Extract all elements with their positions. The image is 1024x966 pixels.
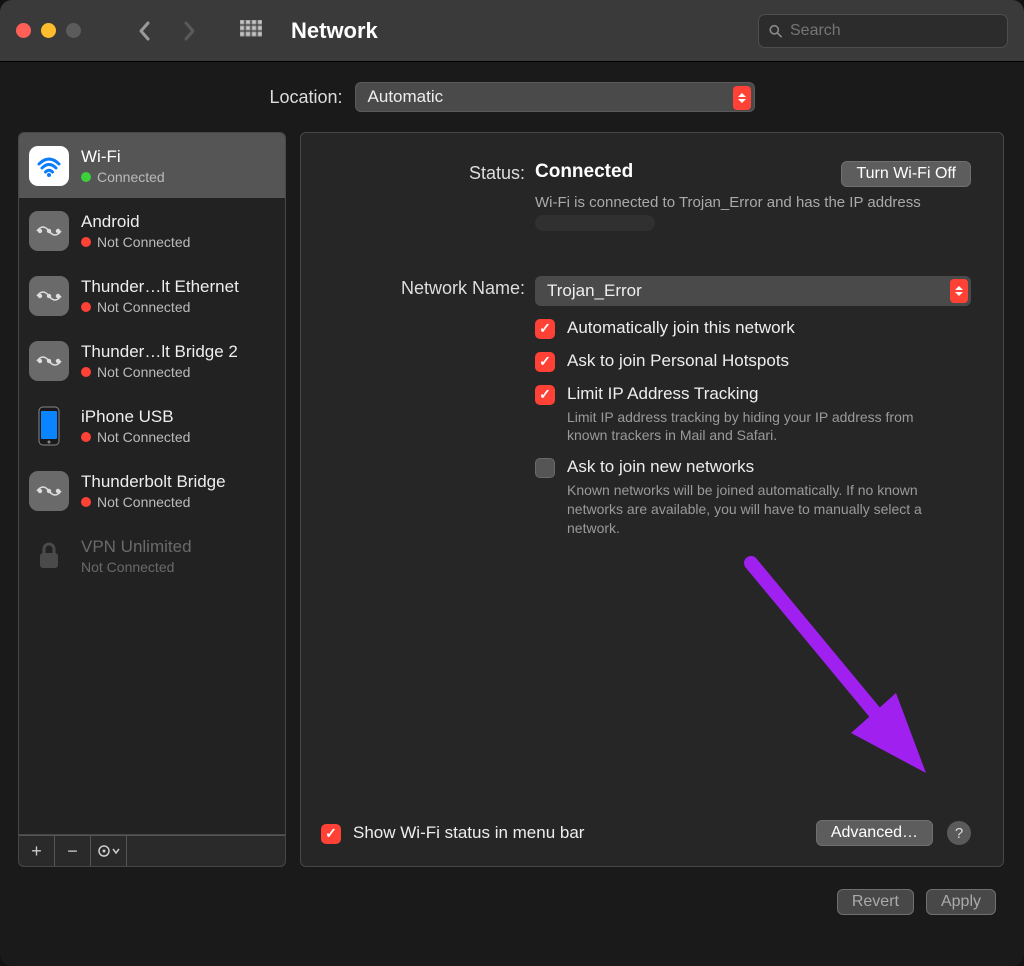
- ip-address-redacted: [535, 215, 655, 231]
- sidebar-item-thunderbolt-bridge[interactable]: Thunderbolt Bridge Not Connected: [19, 458, 285, 523]
- interface-status: Not Connected: [81, 559, 192, 575]
- help-button[interactable]: ?: [947, 821, 971, 845]
- eth-icon: [29, 211, 69, 251]
- interface-sidebar: Wi-FiConnectedAndroidNot ConnectedThunde…: [18, 132, 286, 867]
- interface-status: Not Connected: [81, 364, 238, 380]
- eth-icon: [29, 276, 69, 316]
- eth-icon: [29, 341, 69, 381]
- sidebar-item-vpn-unlimited[interactable]: VPN Unlimited Not Connected: [19, 523, 285, 588]
- sidebar-footer: + −: [18, 835, 286, 867]
- forward-button[interactable]: [171, 13, 207, 49]
- advanced-button[interactable]: Advanced…: [816, 820, 933, 846]
- search-input[interactable]: [790, 22, 997, 40]
- option-checkbox[interactable]: [535, 319, 555, 339]
- network-name-label: Network Name:: [321, 276, 535, 550]
- interface-status: Not Connected: [81, 494, 226, 510]
- eth-icon: [29, 471, 69, 511]
- location-value: Automatic: [368, 87, 444, 107]
- revert-button[interactable]: Revert: [837, 889, 914, 915]
- phone-icon: [29, 406, 69, 446]
- option-checkbox[interactable]: [535, 458, 555, 478]
- option-label: Limit IP Address Tracking: [567, 384, 947, 404]
- detail-panel: Status: Connected Turn Wi-Fi Off Wi-Fi i…: [300, 132, 1004, 867]
- option-description: Known networks will be joined automatica…: [567, 481, 947, 538]
- location-dropdown[interactable]: Automatic: [355, 82, 755, 112]
- lock-icon: [29, 536, 69, 576]
- window-footer: Revert Apply: [0, 867, 1024, 937]
- interface-status: Not Connected: [81, 299, 239, 315]
- option-label: Ask to join new networks: [567, 457, 947, 477]
- location-row: Location: Automatic: [0, 62, 1024, 132]
- network-name-dropdown[interactable]: Trojan_Error: [535, 276, 971, 306]
- add-interface-button[interactable]: +: [19, 836, 55, 866]
- remove-interface-button[interactable]: −: [55, 836, 91, 866]
- show-wifi-status-checkbox[interactable]: [321, 824, 341, 844]
- interface-actions-button[interactable]: [91, 836, 127, 866]
- option-row-3[interactable]: Ask to join new networks Known networks w…: [535, 457, 971, 538]
- show-all-preferences-button[interactable]: [233, 13, 269, 49]
- dropdown-stepper-icon: [733, 86, 751, 110]
- option-row-2[interactable]: Limit IP Address Tracking Limit IP addres…: [535, 384, 971, 446]
- sidebar-item-thunder-lt-ethernet[interactable]: Thunder…lt Ethernet Not Connected: [19, 263, 285, 328]
- interface-status: Connected: [81, 169, 165, 185]
- option-row-1[interactable]: Ask to join Personal Hotspots: [535, 351, 971, 372]
- zoom-window-button[interactable]: [66, 23, 81, 38]
- window-title: Network: [291, 18, 378, 44]
- status-description: Wi-Fi is connected to Trojan_Error and h…: [535, 193, 925, 234]
- option-label: Ask to join Personal Hotspots: [567, 351, 789, 371]
- search-field-container[interactable]: [758, 14, 1008, 48]
- turn-wifi-off-button[interactable]: Turn Wi-Fi Off: [841, 161, 971, 187]
- option-checkbox[interactable]: [535, 385, 555, 405]
- interface-name: Thunder…lt Bridge 2: [81, 342, 238, 362]
- show-wifi-status-row[interactable]: Show Wi-Fi status in menu bar: [321, 823, 584, 844]
- interface-name: iPhone USB: [81, 407, 190, 427]
- status-label: Status:: [321, 161, 535, 234]
- wifi-icon: [29, 146, 69, 186]
- back-button[interactable]: [127, 13, 163, 49]
- apply-button[interactable]: Apply: [926, 889, 996, 915]
- minimize-window-button[interactable]: [41, 23, 56, 38]
- option-label: Automatically join this network: [567, 318, 795, 338]
- interface-name: Thunderbolt Bridge: [81, 472, 226, 492]
- show-wifi-status-label: Show Wi-Fi status in menu bar: [353, 823, 584, 843]
- option-row-0[interactable]: Automatically join this network: [535, 318, 971, 339]
- interface-name: Thunder…lt Ethernet: [81, 277, 239, 297]
- sidebar-item-android[interactable]: Android Not Connected: [19, 198, 285, 263]
- interface-status: Not Connected: [81, 234, 190, 250]
- status-value: Connected: [535, 161, 633, 183]
- interface-name: Android: [81, 212, 190, 232]
- interface-status: Not Connected: [81, 429, 190, 445]
- search-icon: [769, 23, 782, 39]
- sidebar-item-wi-fi[interactable]: Wi-Fi Connected: [19, 133, 285, 198]
- sidebar-item-thunder-lt-bridge-2[interactable]: Thunder…lt Bridge 2 Not Connected: [19, 328, 285, 393]
- window-controls: [16, 23, 81, 38]
- close-window-button[interactable]: [16, 23, 31, 38]
- gear-dropdown-icon: [98, 844, 120, 858]
- annotation-arrow: [731, 543, 961, 793]
- option-checkbox[interactable]: [535, 352, 555, 372]
- interface-name: Wi-Fi: [81, 147, 165, 167]
- sidebar-item-iphone-usb[interactable]: iPhone USB Not Connected: [19, 393, 285, 458]
- interface-name: VPN Unlimited: [81, 537, 192, 557]
- location-label: Location:: [269, 87, 342, 108]
- option-description: Limit IP address tracking by hiding your…: [567, 408, 947, 446]
- dropdown-stepper-icon: [950, 279, 968, 303]
- network-name-value: Trojan_Error: [547, 281, 642, 301]
- titlebar: Network: [0, 0, 1024, 62]
